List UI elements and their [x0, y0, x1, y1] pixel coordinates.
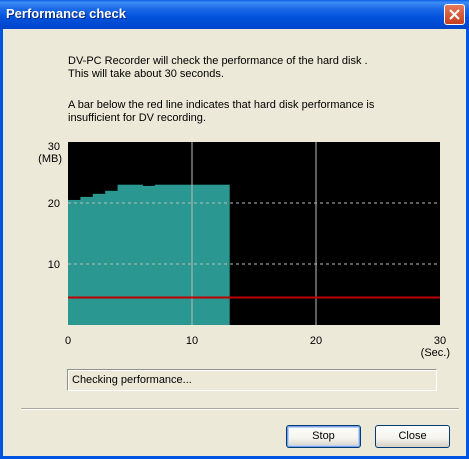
separator: [21, 408, 459, 410]
x-tick-label-0: 0: [65, 335, 71, 347]
message-line-4: insufficient for DV recording.: [68, 112, 206, 124]
plot-background: [68, 142, 440, 325]
x-tick-label-10: 10: [186, 335, 198, 347]
throughput-bar: [154, 184, 168, 325]
throughput-bar: [192, 184, 205, 325]
y-axis-unit: (MB): [38, 153, 62, 165]
throughput-bar: [167, 184, 181, 325]
y-axis-max-label: 30: [48, 141, 60, 153]
throughput-bar: [68, 199, 81, 325]
status-field: Checking performance...: [67, 369, 437, 391]
throughput-bar: [179, 184, 193, 325]
throughput-bar: [142, 185, 156, 325]
throughput-bar: [130, 184, 143, 325]
message-line-1: DV-PC Recorder will check the performanc…: [68, 55, 368, 67]
close-window-button[interactable]: [444, 4, 465, 25]
window-title: Performance check: [6, 6, 126, 21]
performance-check-dialog: Performance check DV-PC Recorder will ch…: [0, 0, 469, 459]
close-icon: [449, 9, 460, 20]
throughput-bar: [117, 184, 131, 325]
message-line-3: A bar below the red line indicates that …: [68, 99, 375, 111]
x-axis-unit: (Sec.): [421, 347, 450, 359]
status-text: Checking performance...: [72, 374, 192, 386]
y-tick-label-20: 20: [48, 198, 60, 210]
throughput-bar: [204, 184, 218, 325]
x-tick-label-30: 30: [434, 335, 446, 347]
throughput-bar: [105, 190, 119, 325]
throughput-bar: [80, 196, 94, 325]
close-button[interactable]: Close: [375, 425, 450, 448]
stop-button[interactable]: Stop: [286, 425, 361, 448]
y-tick-label-10: 10: [48, 259, 60, 271]
message-line-2: This will take about 30 seconds.: [68, 68, 224, 80]
title-bar[interactable]: Performance check: [0, 0, 469, 29]
x-tick-label-20: 20: [310, 335, 322, 347]
throughput-bar: [92, 193, 106, 325]
throughput-bar: [216, 184, 230, 325]
